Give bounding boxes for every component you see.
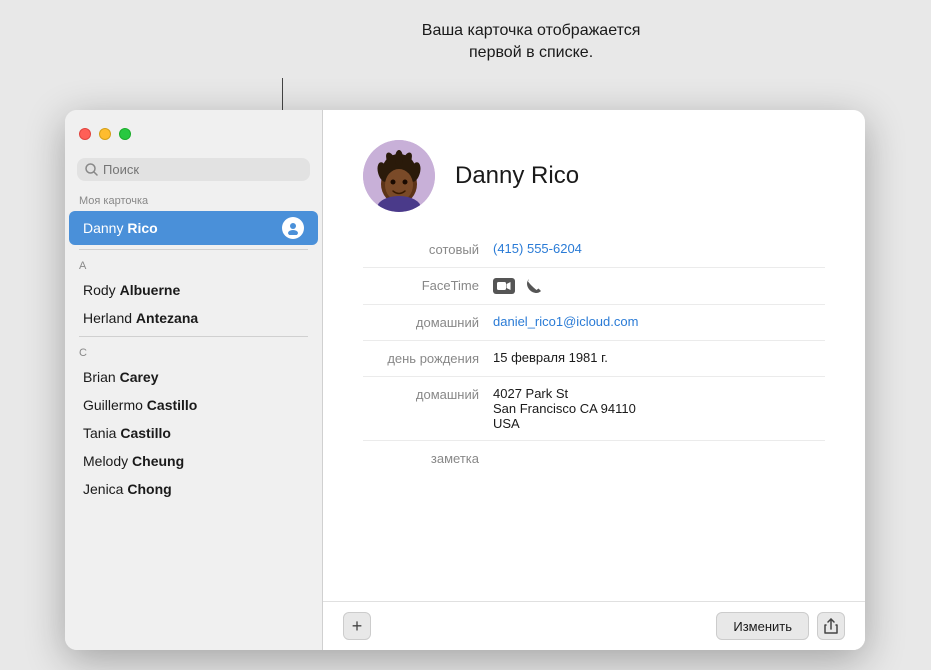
sidebar: Моя карточка Danny Rico A Rody Albuerne: [65, 110, 323, 650]
sidebar-item-melody-cheung[interactable]: Melody Cheung: [69, 447, 318, 475]
contact-first-name: Rody: [83, 282, 120, 298]
close-button[interactable]: [79, 128, 91, 140]
section-label-c: C: [65, 341, 322, 363]
field-row-email: домашний daniel_rico1@icloud.com: [363, 305, 825, 341]
contact-first-name: Guillermo: [83, 397, 147, 413]
detail-body: сотовый (415) 555-6204 FaceTime: [323, 232, 865, 601]
facetime-video-icon[interactable]: [493, 278, 515, 294]
field-label-note: заметка: [363, 450, 493, 466]
contact-full-name: Tania Castillo: [83, 425, 171, 441]
field-label-address: домашний: [363, 386, 493, 402]
contact-first-name: Tania: [83, 425, 120, 441]
contact-first-name: Brian: [83, 369, 120, 385]
sidebar-item-herland-antezana[interactable]: Herland Antezana: [69, 304, 318, 332]
sidebar-item-brian-carey[interactable]: Brian Carey: [69, 363, 318, 391]
field-value-address: 4027 Park StSan Francisco CA 94110USA: [493, 386, 825, 431]
field-value-phone[interactable]: (415) 555-6204: [493, 241, 825, 256]
bottom-toolbar: + Изменить: [323, 601, 865, 650]
field-row-phone: сотовый (415) 555-6204: [363, 232, 825, 268]
tooltip: Ваша карточка отображается первой в спис…: [422, 20, 641, 65]
contacts-window: Моя карточка Danny Rico A Rody Albuerne: [65, 110, 865, 650]
field-row-facetime: FaceTime: [363, 268, 825, 305]
contact-last-name: Castillo: [147, 397, 198, 413]
field-row-note: заметка: [363, 441, 825, 501]
contact-first-name: Jenica: [83, 481, 127, 497]
contact-avatar-icon: [282, 217, 304, 239]
minimize-button[interactable]: [99, 128, 111, 140]
facetime-phone-icon[interactable]: [525, 277, 543, 295]
section-label-a: A: [65, 254, 322, 276]
contact-first-name: Melody: [83, 453, 132, 469]
detail-contact-name: Danny Rico: [455, 162, 579, 190]
search-bar: [77, 158, 310, 181]
contact-first-name: Danny: [83, 220, 127, 236]
field-label-phone: сотовый: [363, 241, 493, 257]
contact-last-name: Cheung: [132, 453, 184, 469]
sidebar-item-tania-castillo[interactable]: Tania Castillo: [69, 419, 318, 447]
add-contact-button[interactable]: +: [343, 612, 371, 640]
contact-last-name: Antezana: [136, 310, 198, 326]
contact-last-name: Rico: [127, 220, 157, 236]
contact-last-name: Carey: [120, 369, 159, 385]
contact-last-name: Castillo: [120, 425, 171, 441]
contact-full-name: Danny Rico: [83, 220, 158, 236]
contact-full-name: Herland Antezana: [83, 310, 198, 326]
field-label-facetime: FaceTime: [363, 277, 493, 293]
my-card-label: Моя карточка: [65, 189, 322, 211]
field-row-address: домашний 4027 Park StSan Francisco CA 94…: [363, 377, 825, 441]
section-divider-a: [79, 249, 308, 250]
detail-pane: Danny Rico сотовый (415) 555-6204 FaceTi…: [323, 110, 865, 650]
sidebar-item-jenica-chong[interactable]: Jenica Chong: [69, 475, 318, 503]
avatar: [363, 140, 435, 212]
right-buttons: Изменить: [716, 612, 845, 640]
contact-last-name: Chong: [127, 481, 171, 497]
detail-header: Danny Rico: [323, 110, 865, 232]
contact-first-name: Herland: [83, 310, 136, 326]
facetime-icons: [493, 277, 825, 295]
field-label-email: домашний: [363, 314, 493, 330]
share-button[interactable]: [817, 612, 845, 640]
contact-full-name: Melody Cheung: [83, 453, 184, 469]
contact-full-name: Guillermo Castillo: [83, 397, 197, 413]
contact-full-name: Rody Albuerne: [83, 282, 180, 298]
maximize-button[interactable]: [119, 128, 131, 140]
titlebar: [65, 110, 322, 158]
search-icon: [85, 163, 98, 176]
edit-button[interactable]: Изменить: [716, 612, 809, 640]
search-input[interactable]: [103, 162, 302, 177]
sidebar-item-rody-albuerne[interactable]: Rody Albuerne: [69, 276, 318, 304]
sidebar-item-danny-rico[interactable]: Danny Rico: [69, 211, 318, 245]
field-value-facetime: [493, 277, 825, 295]
field-value-birthday: 15 февраля 1981 г.: [493, 350, 825, 365]
contact-last-name: Albuerne: [120, 282, 181, 298]
field-row-birthday: день рождения 15 февраля 1981 г.: [363, 341, 825, 377]
section-divider-c: [79, 336, 308, 337]
field-label-birthday: день рождения: [363, 350, 493, 366]
contact-full-name: Brian Carey: [83, 369, 159, 385]
field-value-email[interactable]: daniel_rico1@icloud.com: [493, 314, 825, 329]
sidebar-item-guillermo-castillo[interactable]: Guillermo Castillo: [69, 391, 318, 419]
contact-full-name: Jenica Chong: [83, 481, 172, 497]
